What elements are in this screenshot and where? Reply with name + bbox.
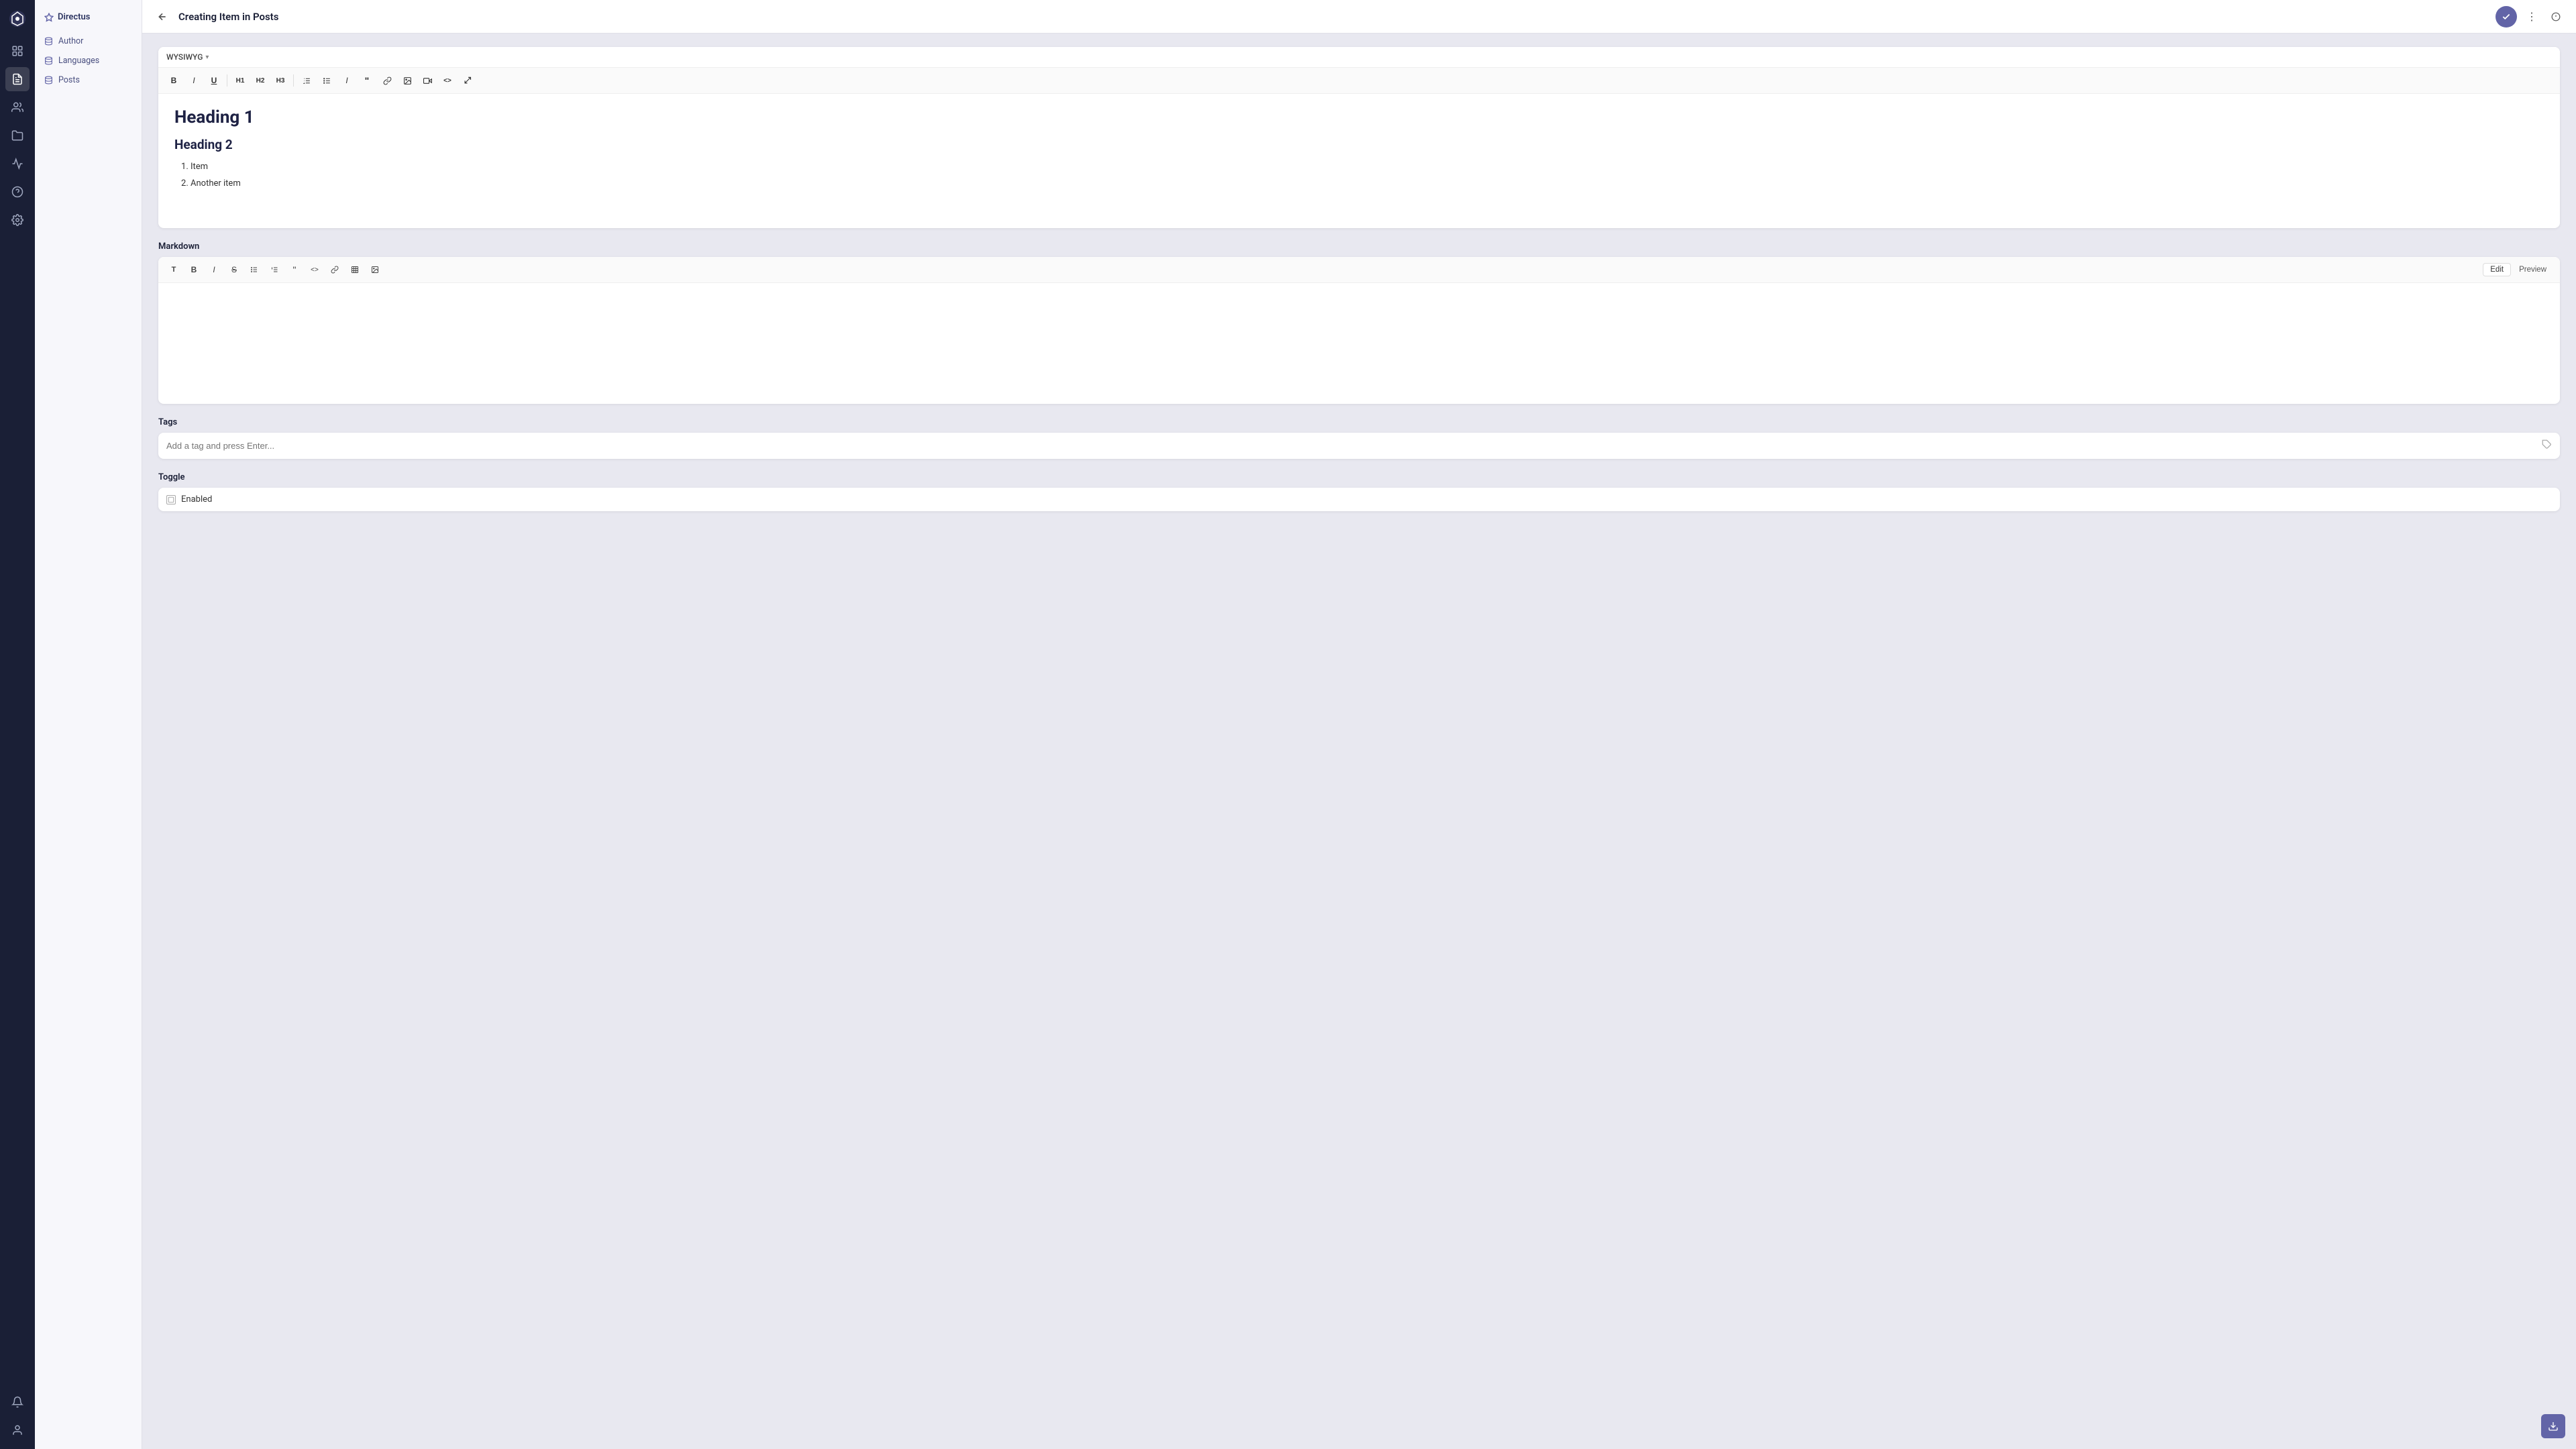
sidebar-item-author-label: Author: [58, 36, 83, 46]
wysiwyg-header: WYSIWYG ▾: [158, 47, 2560, 68]
tags-label: Tags: [158, 417, 2560, 427]
toggle-container: Enabled: [158, 488, 2560, 511]
rail-icon-help[interactable]: [5, 180, 30, 204]
md-code-btn[interactable]: <>: [306, 261, 323, 278]
content-area: WYSIWYG ▾ B I U H1 H2 H3: [142, 34, 2576, 1449]
image-button[interactable]: [398, 72, 416, 89]
md-blockquote-btn[interactable]: ": [286, 261, 303, 278]
h3-button[interactable]: H3: [272, 72, 289, 89]
italic-button-2[interactable]: I: [338, 72, 356, 89]
markdown-toolbar: T B I S: [158, 257, 2560, 283]
topbar: Creating Item in Posts ⋮: [142, 0, 2576, 34]
md-table-btn[interactable]: [346, 261, 364, 278]
md-italic-btn[interactable]: I: [205, 261, 223, 278]
markdown-body[interactable]: [158, 283, 2560, 404]
back-button[interactable]: [153, 7, 172, 26]
fullscreen-button[interactable]: ⤢: [459, 72, 476, 89]
link-button[interactable]: [378, 72, 396, 89]
wysiwyg-heading2: Heading 2: [174, 137, 2544, 152]
tags-input[interactable]: [166, 441, 2542, 451]
toggle-option-label: Enabled: [181, 494, 212, 504]
wysiwyg-mode-dropdown[interactable]: ▾: [205, 54, 209, 61]
markdown-label: Markdown: [158, 241, 2560, 252]
wysiwyg-field: WYSIWYG ▾ B I U H1 H2 H3: [158, 47, 2560, 228]
md-ordered-btn[interactable]: [266, 261, 283, 278]
info-button[interactable]: [2546, 7, 2565, 26]
toggle-section: Toggle Enabled: [158, 472, 2560, 511]
list-item: Item: [191, 159, 2544, 176]
tags-container: [158, 433, 2560, 459]
wysiwyg-list: Item Another item: [174, 159, 2544, 192]
wysiwyg-heading1: Heading 1: [174, 107, 2544, 127]
italic-button[interactable]: I: [185, 72, 203, 89]
list-item: Another item: [191, 176, 2544, 193]
toggle-label: Toggle: [158, 472, 2560, 482]
rail-icon-content[interactable]: [5, 67, 30, 91]
blockquote-button[interactable]: ": [358, 72, 376, 89]
md-bold-btn[interactable]: B: [185, 261, 203, 278]
bullet-list-button[interactable]: [318, 72, 335, 89]
sidebar-item-posts-label: Posts: [58, 75, 80, 85]
markdown-preview-tab[interactable]: Preview: [2512, 263, 2553, 276]
underline-button[interactable]: U: [205, 72, 223, 89]
app-logo[interactable]: [5, 7, 30, 31]
code-button[interactable]: <>: [439, 72, 456, 89]
topbar-actions: ⋮: [2496, 6, 2565, 28]
sidebar-brand: Directus: [35, 8, 142, 32]
md-text-btn[interactable]: T: [165, 261, 182, 278]
sidebar: Directus Author Languages Posts: [35, 0, 142, 1449]
wysiwyg-body[interactable]: Heading 1 Heading 2 Item Another item: [158, 94, 2560, 228]
wysiwyg-toolbar: B I U H1 H2 H3: [158, 68, 2560, 94]
sidebar-item-languages[interactable]: Languages: [35, 51, 142, 70]
toggle-checkbox[interactable]: [166, 495, 176, 504]
rail-icon-files[interactable]: [5, 123, 30, 148]
rail-icon-users[interactable]: [5, 95, 30, 119]
video-button[interactable]: [419, 72, 436, 89]
md-link-btn[interactable]: [326, 261, 343, 278]
md-strikethrough-btn[interactable]: S: [225, 261, 243, 278]
markdown-section: Markdown T B I S: [158, 241, 2560, 404]
markdown-edit-tab[interactable]: Edit: [2483, 263, 2511, 276]
sidebar-item-posts[interactable]: Posts: [35, 70, 142, 90]
ordered-list-button[interactable]: [298, 72, 315, 89]
wysiwyg-mode-label: WYSIWYG: [166, 52, 203, 62]
bottom-right-action-button[interactable]: [2541, 1414, 2565, 1438]
icon-rail: [0, 0, 35, 1449]
md-bullet-btn[interactable]: [246, 261, 263, 278]
tag-icon: [2542, 439, 2552, 452]
rail-icon-profile[interactable]: [5, 1418, 30, 1442]
main-panel: Creating Item in Posts ⋮ WYSIWYG: [142, 0, 2576, 1449]
page-title: Creating Item in Posts: [178, 11, 2489, 23]
save-button[interactable]: [2496, 6, 2517, 28]
tags-section: Tags: [158, 417, 2560, 459]
h1-button[interactable]: H1: [231, 72, 249, 89]
rail-icon-settings[interactable]: [5, 208, 30, 232]
sidebar-item-languages-label: Languages: [58, 56, 99, 66]
h2-button[interactable]: H2: [252, 72, 269, 89]
rail-icon-collections[interactable]: [5, 39, 30, 63]
md-image-btn[interactable]: [366, 261, 384, 278]
toolbar-separator-2: [293, 74, 294, 87]
markdown-tab-group: Edit Preview: [2483, 263, 2553, 276]
rail-icon-analytics[interactable]: [5, 152, 30, 176]
bold-button[interactable]: B: [165, 72, 182, 89]
markdown-container: T B I S: [158, 257, 2560, 404]
more-options-button[interactable]: ⋮: [2522, 7, 2541, 26]
rail-icon-notifications[interactable]: [5, 1390, 30, 1414]
sidebar-item-author[interactable]: Author: [35, 32, 142, 51]
